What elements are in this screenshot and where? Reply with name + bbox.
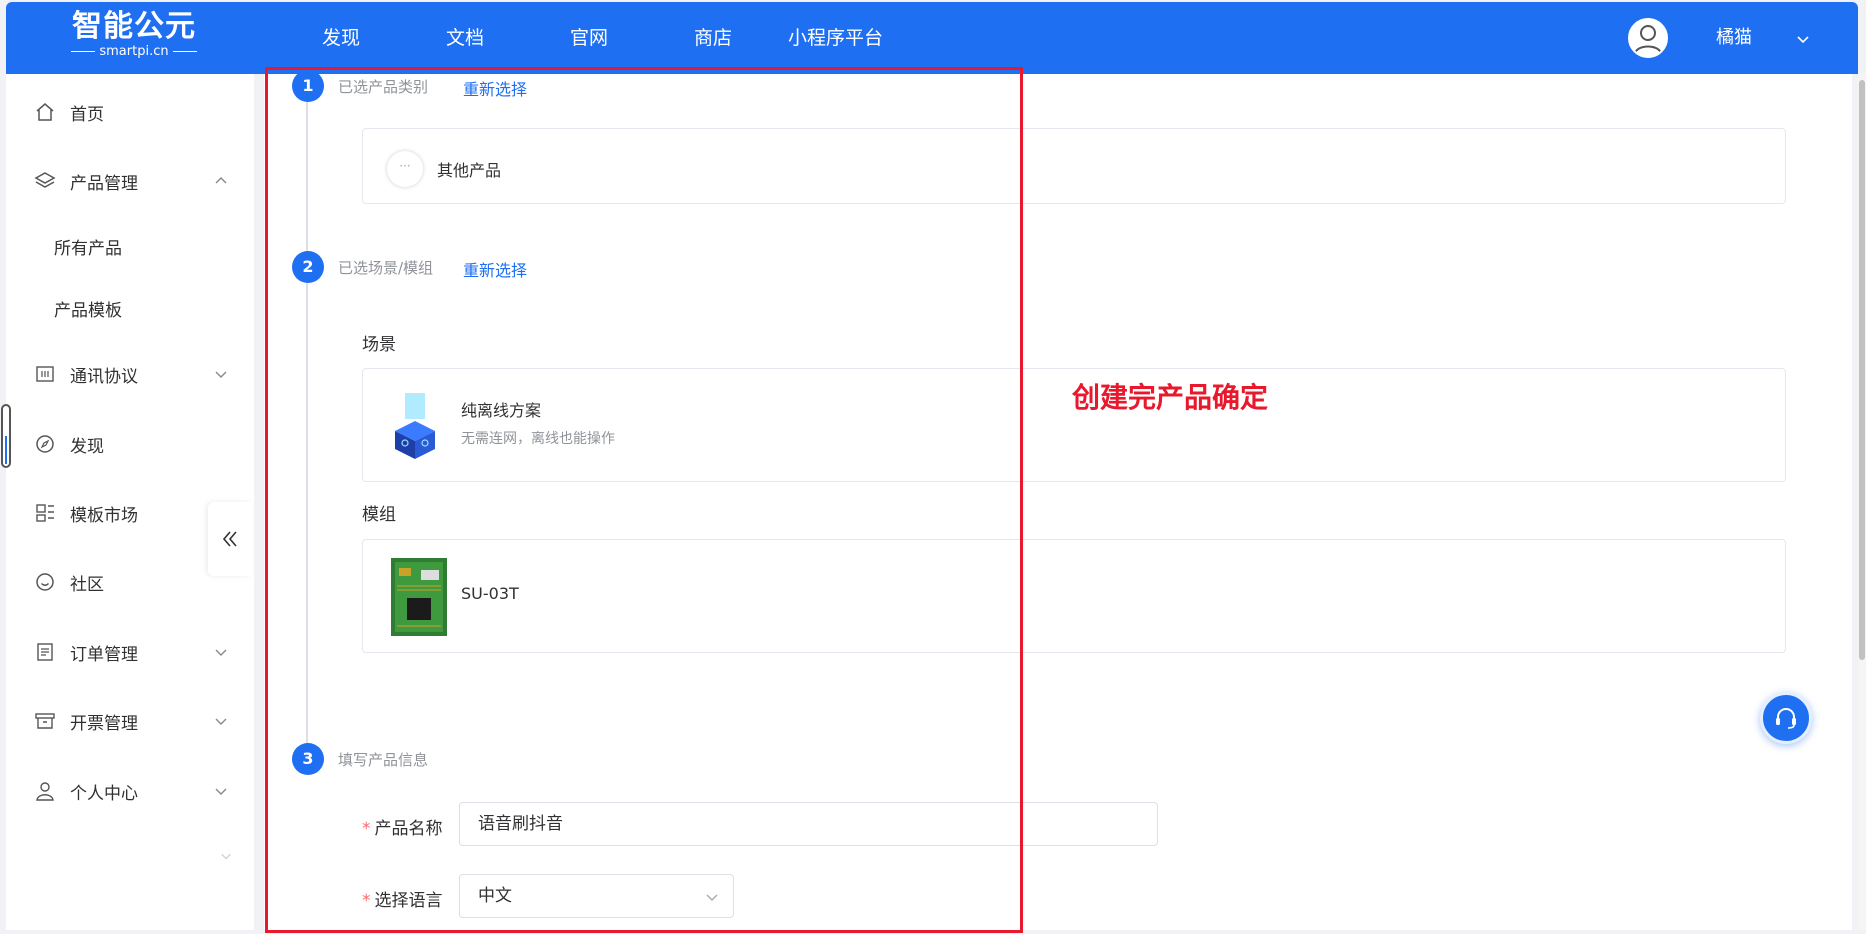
sidebar-item-protocol[interactable]: 通讯协议 [6,354,254,394]
sidebar-subitem-all-products[interactable]: 所有产品 [54,234,122,259]
sidebar-item-label: 社区 [70,574,104,595]
nav-miniprogram[interactable]: 小程序平台 [788,2,883,74]
nav-website[interactable]: 官网 [570,2,608,74]
sidebar-item-discover[interactable]: 发现 [6,424,254,464]
sidebar-item-label: 模板市场 [70,505,138,526]
chevron-down-icon [706,894,718,901]
layers-icon [34,172,56,188]
offline-cube-icon [395,393,435,459]
customer-support-button[interactable] [1760,692,1812,744]
headset-icon [1776,708,1796,729]
sidebar-subitem-product-templates[interactable]: 产品模板 [54,296,122,321]
nav-docs[interactable]: 文档 [446,2,484,74]
double-chevron-left-icon [222,531,237,547]
scene-description: 无需连网，离线也能操作 [461,431,615,447]
annotation-text: 创建完产品确定 [1072,381,1269,414]
sidebar-scroll-handle[interactable] [1,404,11,468]
smile-icon [36,573,54,591]
reselect-scene-module-link[interactable]: 重新选择 [463,257,527,281]
chevron-down-icon [215,718,227,725]
reselect-category-link[interactable]: 重新选择 [463,76,527,100]
user-icon [36,782,54,801]
document-icon [37,643,53,661]
user-avatar-icon [1634,25,1662,55]
step-2-badge: 2 [292,251,324,283]
top-navbar: 智能公元 smartpi.cn 发现 文档 官网 商店 小程序平台 橘猫 [6,2,1858,74]
product-name-input[interactable]: 语音刷抖音 [459,802,1158,846]
sidebar-item-label: 开票管理 [70,713,138,734]
chevron-down-icon [215,649,227,656]
user-name[interactable]: 橘猫 [1716,2,1752,74]
step-connector-line [306,98,308,758]
collapse-sidebar-button[interactable] [208,502,252,576]
category-name: 其他产品 [437,161,502,180]
sidebar-item-label: 个人中心 [70,783,138,804]
module-chip-icon [391,558,447,636]
scene-name: 纯离线方案 [461,401,542,420]
language-select[interactable]: 中文 [459,874,734,918]
selected-category-card: ··· 其他产品 [362,128,1786,204]
chevron-down-icon[interactable] [1796,32,1810,46]
selected-module-card: SU-03T [362,539,1786,653]
sidebar-item-label: 发现 [70,436,104,457]
sidebar-item-orders[interactable]: 订单管理 [6,632,254,672]
user-avatar[interactable] [1628,18,1668,58]
chevron-down-icon [215,371,227,378]
module-section-label: 模组 [362,505,396,525]
sidebar-item-label: 首页 [70,104,104,125]
logo[interactable]: 智能公元 smartpi.cn [64,10,204,66]
sidebar-item-invoices[interactable]: 开票管理 [6,701,254,741]
sidebar-item-home[interactable]: 首页 [6,92,254,132]
archive-icon [35,713,55,729]
compass-icon [36,435,54,453]
scene-section-label: 场景 [362,335,396,355]
step-3-title: 填写产品信息 [338,751,429,769]
nav-store[interactable]: 商店 [694,2,732,74]
template-icon [36,504,54,522]
language-select-value: 中文 [478,886,512,906]
page-scrollbar-thumb[interactable] [1859,80,1865,660]
product-name-label: * 产品名称 [362,819,443,839]
module-name: SU-03T [461,584,519,603]
step-2-title: 已选场景/模组 [338,259,434,277]
other-product-icon: ··· [387,151,423,187]
nav-discover[interactable]: 发现 [322,2,360,74]
sidebar-item-label: 产品管理 [70,173,138,194]
chevron-up-icon [215,177,227,184]
required-marker: * [362,819,371,839]
sidebar-item-label: 订单管理 [70,644,138,665]
sidebar-item-product-management[interactable]: 产品管理 [6,161,254,201]
step-1-title: 已选产品类别 [338,78,429,96]
step-3-badge: 3 [292,743,324,775]
chevron-down-icon [215,788,227,795]
required-marker: * [362,891,371,911]
sidebar-item-personal-center[interactable]: 个人中心 [6,771,254,811]
logo-subtitle: smartpi.cn [64,44,204,60]
sidebar-item-label: 通讯协议 [70,366,138,387]
chevron-down-icon [221,853,231,860]
logo-title: 智能公元 [72,9,196,44]
language-label: * 选择语言 [362,891,443,911]
home-icon [36,103,54,121]
step-1-badge: 1 [292,70,324,102]
protocol-icon [36,366,54,382]
